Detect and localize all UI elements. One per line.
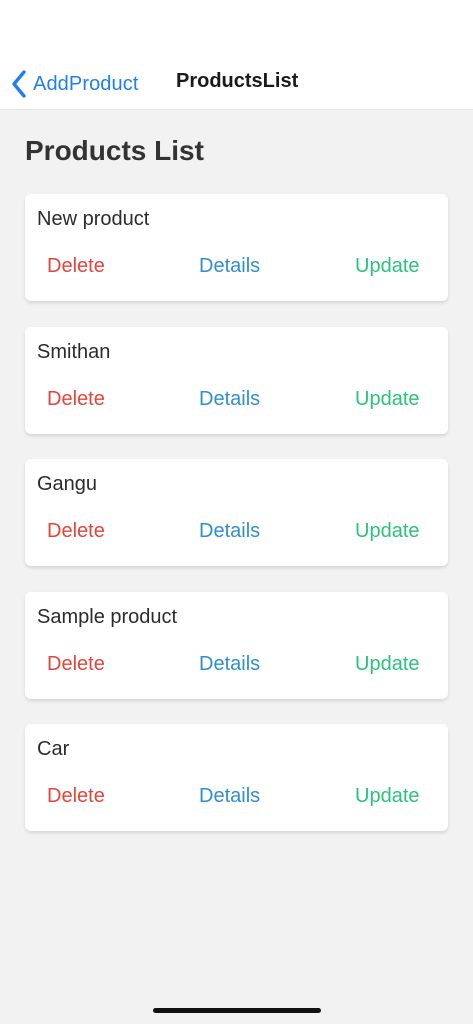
product-name: Car bbox=[37, 738, 70, 760]
product-card: Car Delete Details Update bbox=[25, 724, 448, 831]
update-button[interactable]: Update bbox=[355, 255, 420, 278]
back-button-label: AddProduct bbox=[33, 72, 139, 95]
card-actions: Delete Details Update bbox=[25, 785, 448, 813]
product-name: Smithan bbox=[37, 340, 111, 363]
product-card: Sample product Delete Details Update bbox=[25, 591, 448, 699]
navigation-bar: AddProduct ProductsList bbox=[0, 0, 473, 110]
back-button[interactable]: AddProduct bbox=[8, 66, 139, 102]
product-card: New product Delete Details Update bbox=[25, 194, 448, 301]
details-button[interactable]: Details bbox=[199, 653, 260, 676]
update-button[interactable]: Update bbox=[355, 653, 420, 676]
product-name: New product bbox=[37, 208, 150, 230]
details-button[interactable]: Details bbox=[199, 785, 260, 808]
chevron-left-icon bbox=[8, 69, 30, 99]
product-name: Gangu bbox=[37, 473, 98, 495]
details-button[interactable]: Details bbox=[199, 520, 260, 543]
page-title: Products List bbox=[25, 135, 204, 166]
delete-button[interactable]: Delete bbox=[47, 388, 105, 411]
update-button[interactable]: Update bbox=[355, 520, 420, 543]
product-list: New product Delete Details Update Smitha… bbox=[25, 194, 448, 857]
card-actions: Delete Details Update bbox=[25, 520, 448, 548]
delete-button[interactable]: Delete bbox=[47, 520, 105, 543]
update-button[interactable]: Update bbox=[355, 388, 420, 411]
update-button[interactable]: Update bbox=[355, 785, 420, 808]
home-indicator bbox=[153, 1008, 321, 1013]
details-button[interactable]: Details bbox=[199, 255, 260, 278]
delete-button[interactable]: Delete bbox=[47, 255, 105, 278]
card-actions: Delete Details Update bbox=[25, 255, 448, 283]
app-screen: AddProduct ProductsList Products List Ne… bbox=[0, 0, 473, 1024]
card-actions: Delete Details Update bbox=[25, 653, 448, 681]
product-card: Gangu Delete Details Update bbox=[25, 459, 448, 566]
card-actions: Delete Details Update bbox=[25, 388, 448, 416]
product-name: Sample product bbox=[37, 605, 178, 628]
details-button[interactable]: Details bbox=[199, 388, 260, 411]
nav-title: ProductsList bbox=[176, 70, 299, 92]
product-card: Smithan Delete Details Update bbox=[25, 326, 448, 434]
delete-button[interactable]: Delete bbox=[47, 653, 105, 676]
delete-button[interactable]: Delete bbox=[47, 785, 105, 808]
